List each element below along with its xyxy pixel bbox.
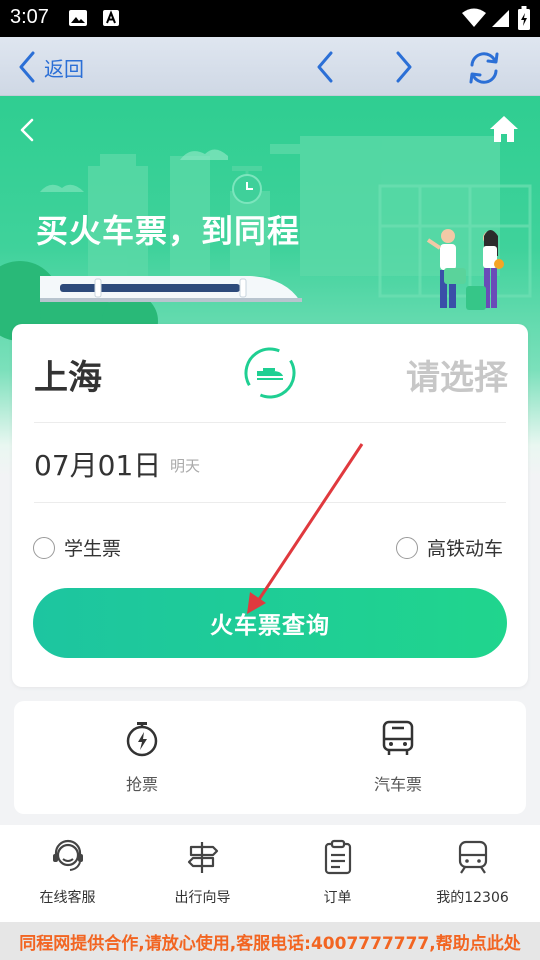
services-card: 抢票 汽车票 bbox=[14, 701, 526, 814]
service-bus-ticket[interactable]: 汽车票 bbox=[318, 719, 478, 795]
service-grab-ticket[interactable]: 抢票 bbox=[62, 719, 222, 795]
tab-my-12306[interactable]: 我的12306 bbox=[405, 839, 540, 907]
student-ticket-option[interactable]: 学生票 bbox=[33, 534, 121, 561]
back-chevron-icon bbox=[19, 51, 35, 83]
divider bbox=[34, 502, 506, 503]
footer-notice[interactable]: 同程网提供合作,请放心使用,客服电话:4007777777,帮助点此处 bbox=[0, 922, 540, 960]
service-label: 抢票 bbox=[125, 775, 158, 794]
highspeed-label: 高铁动车 bbox=[427, 538, 504, 560]
wifi-icon bbox=[462, 8, 486, 27]
back-label: 返回 bbox=[44, 58, 84, 81]
status-time: 3:07 bbox=[10, 6, 49, 28]
swap-stations-icon[interactable] bbox=[243, 346, 297, 400]
back-button[interactable]: 返回 bbox=[18, 51, 84, 83]
departure-date[interactable]: 07月01日 bbox=[34, 444, 161, 484]
signal-icon bbox=[492, 10, 509, 27]
image-icon bbox=[69, 10, 87, 26]
ticket-search-card: 上海 请选择 07月01日 明天 学生票 高铁动车 火车票查询 bbox=[12, 324, 528, 687]
next-icon[interactable] bbox=[394, 51, 414, 83]
headset-icon bbox=[52, 839, 83, 871]
tab-label: 出行向导 bbox=[174, 890, 231, 906]
clipboard-icon bbox=[324, 839, 351, 875]
refresh-icon[interactable] bbox=[466, 51, 502, 85]
stopwatch-icon bbox=[126, 722, 158, 757]
bottom-tab-bar: 在线客服 出行向导 订单 我的12306 bbox=[0, 825, 540, 922]
search-train-button[interactable]: 火车票查询 bbox=[33, 588, 507, 658]
from-station[interactable]: 上海 bbox=[34, 350, 102, 399]
student-radio[interactable] bbox=[33, 536, 55, 559]
tab-label: 在线客服 bbox=[39, 890, 96, 906]
tab-travel-guide[interactable]: 出行向导 bbox=[135, 839, 270, 907]
highspeed-option[interactable]: 高铁动车 bbox=[396, 534, 503, 561]
tab-orders[interactable]: 订单 bbox=[270, 839, 405, 907]
status-bar: 3:07 bbox=[0, 0, 540, 37]
to-station[interactable]: 请选择 bbox=[406, 350, 508, 399]
battery-icon bbox=[518, 6, 530, 30]
clock-decoration bbox=[232, 166, 262, 204]
banner-title: 买火车票，到同程 bbox=[36, 212, 301, 250]
prev-icon[interactable] bbox=[315, 51, 335, 83]
train-icon bbox=[458, 840, 487, 874]
signpost-icon bbox=[187, 842, 218, 873]
banner-back-icon[interactable] bbox=[18, 118, 36, 142]
service-label: 汽车票 bbox=[373, 775, 422, 794]
font-icon bbox=[103, 10, 119, 26]
tab-label: 订单 bbox=[323, 890, 352, 906]
tab-label: 我的12306 bbox=[436, 890, 509, 906]
student-ticket-label: 学生票 bbox=[64, 538, 122, 560]
date-relative-label: 明天 bbox=[170, 457, 201, 475]
browser-nav-bar: 返回 bbox=[0, 37, 540, 96]
highspeed-radio[interactable] bbox=[396, 536, 418, 559]
home-icon[interactable] bbox=[488, 114, 520, 144]
tab-online-service[interactable]: 在线客服 bbox=[0, 839, 135, 907]
bus-icon bbox=[382, 720, 414, 755]
divider bbox=[34, 422, 506, 423]
train-illustration bbox=[40, 276, 302, 302]
